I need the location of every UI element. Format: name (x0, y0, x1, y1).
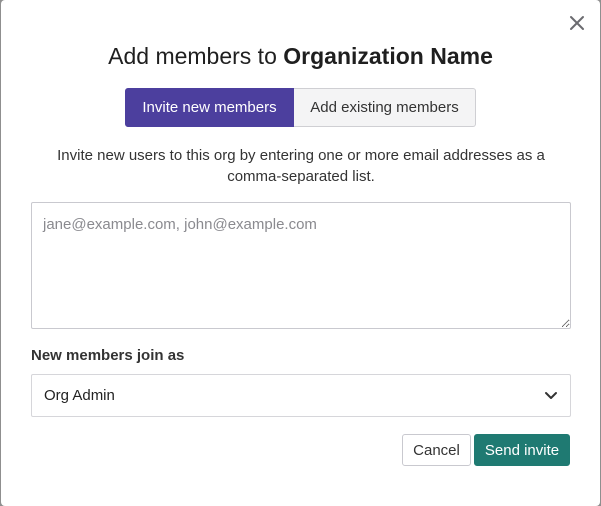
dialog-title: Add members to Organization Name (1, 40, 600, 72)
email-addresses-input[interactable] (31, 202, 571, 329)
tab-add-existing-members[interactable]: Add existing members (294, 88, 476, 127)
dialog-title-prefix: Add members to (108, 43, 284, 69)
invite-description: Invite new users to this org by entering… (57, 147, 545, 185)
close-icon (570, 16, 584, 30)
member-mode-tabs: Invite new members Add existing members (125, 88, 476, 127)
role-select-value: Org Admin (44, 387, 115, 404)
close-button[interactable] (566, 12, 588, 34)
add-members-dialog: Add members to Organization Name Invite … (1, 0, 600, 506)
role-select[interactable]: Org Admin (31, 374, 571, 417)
role-label: New members join as (31, 347, 185, 364)
tab-invite-new-members[interactable]: Invite new members (125, 88, 294, 127)
dialog-title-org: Organization Name (283, 43, 493, 69)
send-invite-button[interactable]: Send invite (474, 434, 570, 466)
chevron-down-icon (544, 389, 558, 403)
cancel-button[interactable]: Cancel (402, 434, 471, 466)
